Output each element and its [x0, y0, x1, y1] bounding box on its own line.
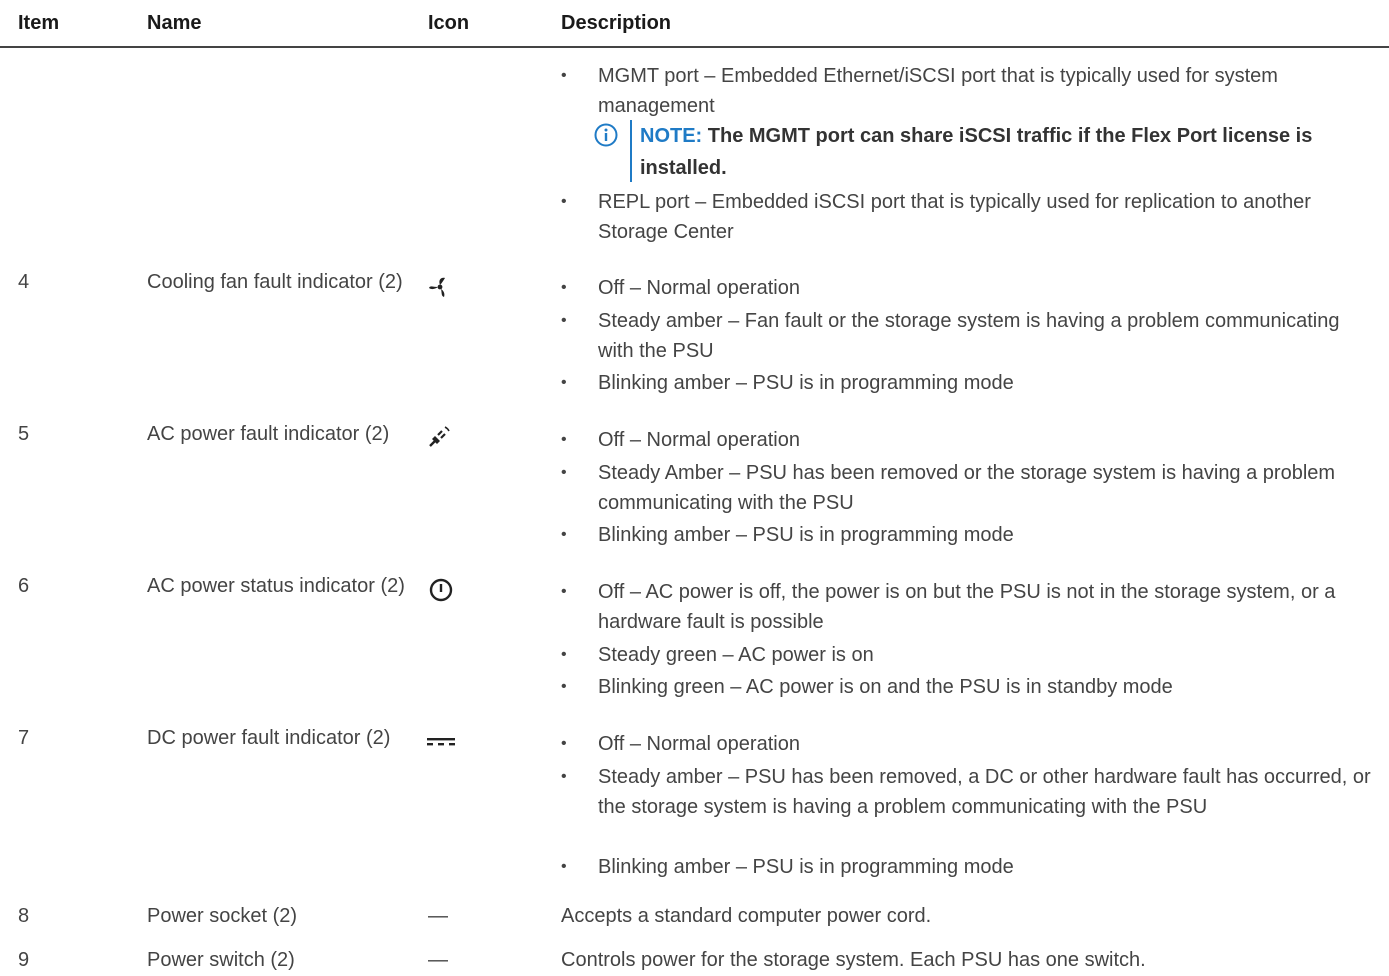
bullet-marker: • — [561, 678, 567, 695]
bullet-marker: • — [561, 193, 567, 210]
list-item: Off – Normal operation — [598, 277, 800, 299]
item-number: 6 — [18, 575, 30, 597]
list-item: Blinking amber – PSU is in programming m… — [598, 372, 1014, 394]
list-item: REPL port – Embedded iSCSI port that is … — [598, 191, 1311, 243]
list-item: Blinking amber – PSU is in programming m… — [598, 856, 1014, 878]
bullet-marker: • — [561, 583, 567, 600]
item-number: 5 — [18, 423, 30, 445]
power-icon — [429, 578, 453, 602]
item-number: 4 — [18, 271, 30, 293]
list-item: Off – AC power is off, the power is on b… — [598, 581, 1336, 633]
note-body: The MGMT port can share iSCSI traffic if… — [640, 125, 1313, 179]
fan-icon — [429, 277, 445, 297]
info-icon — [594, 123, 618, 147]
bullet-marker: • — [561, 768, 567, 785]
note-divider — [630, 120, 632, 182]
note-text: NOTE: The MGMT port can share iSCSI traf… — [640, 120, 1380, 184]
list-item: Blinking green – AC power is on and the … — [598, 676, 1173, 698]
table-header: Item Name Icon Description — [0, 0, 1389, 48]
ac-plug-icon — [429, 426, 450, 447]
item-name: DC power fault indicator (2) — [147, 727, 391, 749]
bullet-marker: • — [561, 464, 567, 481]
list-item: MGMT port – Embedded Ethernet/iSCSI port… — [598, 65, 1278, 117]
note-label: NOTE: — [640, 125, 703, 147]
list-item: Steady green – AC power is on — [598, 644, 874, 666]
bullet-marker: • — [561, 646, 567, 663]
item-number: 9 — [18, 949, 30, 971]
bullet-marker: • — [561, 374, 567, 391]
dc-symbol-icon — [427, 738, 455, 746]
column-header-description: Description — [561, 12, 672, 34]
bullet-marker: • — [561, 526, 567, 543]
item-description: Accepts a standard computer power cord. — [561, 905, 932, 927]
list-item: Steady amber – PSU has been removed, a D… — [598, 766, 1371, 818]
icon-placeholder: — — [428, 905, 448, 927]
bullet-marker: • — [561, 735, 567, 752]
item-number: 8 — [18, 905, 30, 927]
bullet-marker: • — [561, 858, 567, 875]
item-name: Power socket (2) — [147, 905, 298, 927]
column-header-item: Item — [18, 12, 60, 34]
item-name: Power switch (2) — [147, 949, 295, 971]
bullet-marker: • — [561, 279, 567, 296]
note-callout: NOTE: The MGMT port can share iSCSI traf… — [594, 120, 1384, 186]
item-name: Cooling fan fault indicator (2) — [147, 271, 403, 293]
item-name: AC power status indicator (2) — [147, 575, 405, 597]
bullet-marker: • — [561, 312, 567, 329]
column-header-icon: Icon — [428, 12, 470, 34]
bullet-marker: • — [561, 67, 567, 84]
list-item: Off – Normal operation — [598, 429, 800, 451]
list-item: Steady amber – Fan fault or the storage … — [598, 310, 1340, 362]
icon-placeholder: — — [428, 949, 448, 971]
item-number: 7 — [18, 727, 30, 749]
bullet-marker: • — [561, 431, 567, 448]
list-item: Steady Amber – PSU has been removed or t… — [598, 462, 1336, 514]
item-description: Controls power for the storage system. E… — [561, 949, 1146, 971]
column-header-name: Name — [147, 12, 202, 34]
list-item: Blinking amber – PSU is in programming m… — [598, 524, 1014, 546]
list-item: Off – Normal operation — [598, 733, 800, 755]
item-name: AC power fault indicator (2) — [147, 423, 390, 445]
